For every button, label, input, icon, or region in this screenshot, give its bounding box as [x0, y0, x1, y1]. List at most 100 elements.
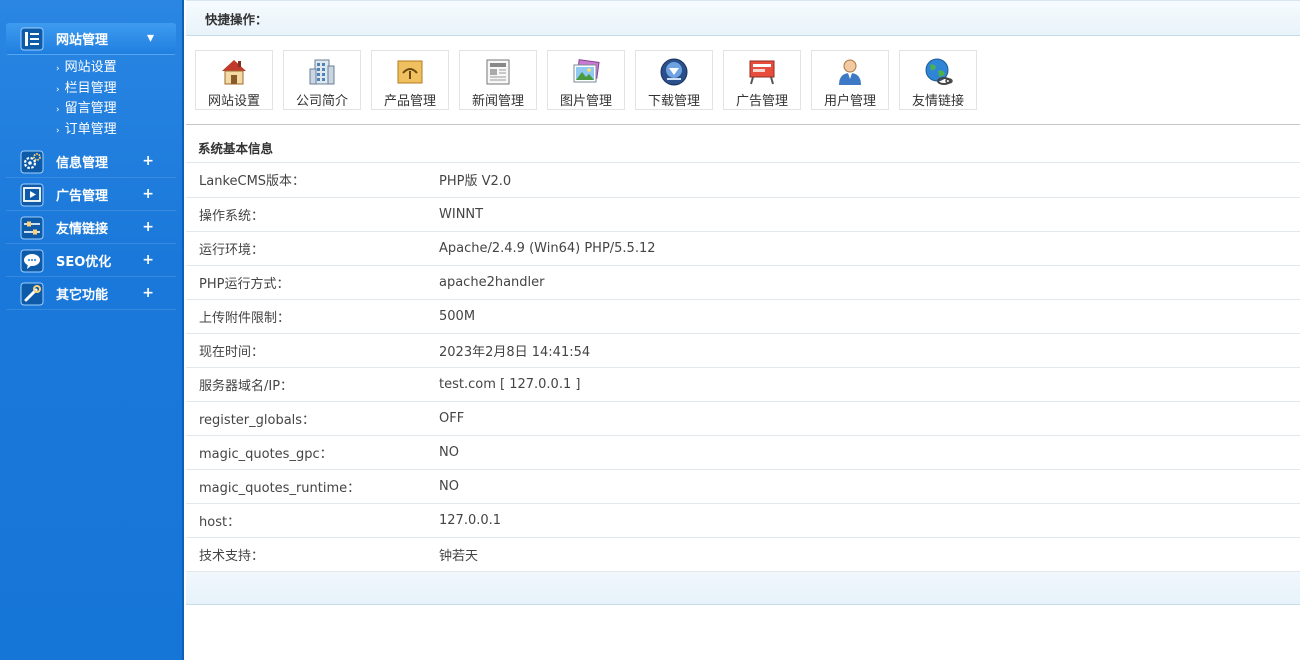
submenu-site-management: › 网站设置 › 栏目管理 › 留言管理 › 订单管理	[0, 58, 182, 140]
quick-news-management-button[interactable]: 新闻管理	[459, 50, 537, 110]
table-row: 现在时间： 2023年2月8日 14:41:54	[186, 333, 1300, 368]
submenu-item-message-management[interactable]: › 留言管理	[56, 99, 182, 120]
quick-company-profile-button[interactable]: 公司简介	[283, 50, 361, 110]
chevron-down-icon[interactable]: ▾	[147, 30, 154, 46]
submenu-item-label: 留言管理	[64, 101, 117, 116]
info-key: magic_quotes_gpc：	[186, 435, 439, 470]
caret-right-icon: ›	[56, 105, 60, 115]
menu-head-site-management[interactable]: 网站管理 ▾	[6, 23, 176, 55]
menu-head-seo[interactable]: SEO优化 +	[6, 245, 176, 277]
system-info-title: 系统基本信息	[186, 125, 1300, 163]
info-key: 技术支持：	[186, 537, 439, 572]
user-icon	[839, 59, 861, 85]
plus-icon[interactable]: +	[142, 252, 154, 268]
quick-user-management-button[interactable]: 用户管理	[811, 50, 889, 110]
info-key: register_globals：	[186, 401, 439, 436]
menu-group-other-functions: 其它功能 +	[0, 278, 182, 310]
info-value: test.com [ 127.0.0.1 ]	[439, 367, 1300, 402]
quick-actions-header: 快捷操作：	[186, 0, 1300, 36]
plus-icon[interactable]: +	[142, 186, 154, 202]
info-value: NO	[439, 435, 1300, 470]
table-row: register_globals： OFF	[186, 401, 1300, 436]
menu-label: SEO优化	[56, 255, 112, 270]
info-value: OFF	[439, 401, 1300, 436]
info-key: PHP运行方式：	[186, 265, 439, 300]
menu-head-ad-management[interactable]: 广告管理 +	[6, 179, 176, 211]
menu-group-friend-links: 友情链接 +	[0, 212, 182, 244]
menu-head-friend-links[interactable]: 友情链接 +	[6, 212, 176, 244]
info-value: Apache/2.4.9 (Win64) PHP/5.5.12	[439, 231, 1300, 266]
system-info-footer	[186, 571, 1300, 605]
submenu-item-label: 栏目管理	[64, 80, 117, 96]
quick-site-settings-button[interactable]: 网站设置	[195, 50, 273, 110]
house-icon	[222, 60, 246, 85]
plus-icon[interactable]: +	[142, 285, 154, 301]
info-key: LankeCMS版本：	[186, 163, 439, 198]
quick-item-label: 新闻管理	[471, 94, 524, 109]
quick-product-management-button[interactable]: 产品管理	[371, 50, 449, 110]
billboard-icon	[749, 60, 775, 85]
submenu-item-order-management[interactable]: › 订单管理	[56, 120, 182, 141]
sidebar: 网站管理 ▾ › 网站设置 › 栏目管理 › 留言管理 › 订单管理 信息管理 +	[0, 0, 184, 660]
info-value: WINNT	[439, 197, 1300, 232]
download-icon	[660, 58, 688, 86]
main-content: 快捷操作： 网站设置 公司简介 产品管理 新闻管理 图片管理 下载管理 广告管理…	[186, 0, 1300, 660]
chat-bubble-icon	[20, 249, 44, 273]
quick-item-label: 网站设置	[207, 94, 260, 109]
submenu-item-column-management[interactable]: › 栏目管理	[56, 79, 182, 100]
info-value: 钟若天	[439, 537, 1300, 572]
quick-friend-links-button[interactable]: 友情链接	[899, 50, 977, 110]
menu-label: 广告管理	[56, 189, 109, 204]
submenu-item-site-settings[interactable]: › 网站设置	[56, 58, 182, 79]
product-box-icon	[397, 60, 423, 84]
sliders-icon	[20, 216, 44, 240]
menu-head-info-management[interactable]: 信息管理 +	[6, 146, 176, 178]
info-key: host：	[186, 503, 439, 538]
table-row: LankeCMS版本： PHP版 V2.0	[186, 163, 1300, 198]
menu-label: 信息管理	[56, 156, 109, 171]
globe-link-icon	[925, 58, 953, 85]
quick-item-label: 用户管理	[823, 94, 876, 109]
table-row: host： 127.0.0.1	[186, 503, 1300, 538]
info-value: 500M	[439, 299, 1300, 334]
table-row: 操作系统： WINNT	[186, 197, 1300, 232]
menu-group-ad-management: 广告管理 +	[0, 179, 182, 211]
quick-item-label: 产品管理	[383, 94, 436, 109]
quick-item-label: 图片管理	[559, 94, 612, 109]
info-key: 操作系统：	[186, 197, 439, 232]
quick-item-label: 广告管理	[735, 94, 788, 109]
info-value: 127.0.0.1	[439, 503, 1300, 538]
play-screen-icon	[20, 183, 44, 207]
menu-label: 其它功能	[56, 288, 109, 303]
info-value: NO	[439, 469, 1300, 504]
gears-icon	[20, 150, 44, 174]
info-key: magic_quotes_runtime：	[186, 469, 439, 504]
info-value: PHP版 V2.0	[439, 163, 1300, 198]
info-key: 运行环境：	[186, 231, 439, 266]
info-key: 上传附件限制：	[186, 299, 439, 334]
submenu-item-label: 网站设置	[64, 60, 117, 75]
table-row: PHP运行方式： apache2handler	[186, 265, 1300, 300]
menu-head-other-functions[interactable]: 其它功能 +	[6, 278, 176, 310]
building-icon	[309, 59, 335, 85]
info-value: 2023年2月8日 14:41:54	[439, 333, 1300, 368]
quick-item-label: 公司简介	[295, 94, 348, 109]
quick-download-management-button[interactable]: 下载管理	[635, 50, 713, 110]
table-row: 服务器域名/IP： test.com [ 127.0.0.1 ]	[186, 367, 1300, 402]
plus-icon[interactable]: +	[142, 153, 154, 169]
info-value: apache2handler	[439, 265, 1300, 300]
menu-group-site-management: 网站管理 ▾ › 网站设置 › 栏目管理 › 留言管理 › 订单管理	[0, 23, 182, 140]
caret-right-icon: ›	[56, 125, 60, 136]
list-icon	[20, 27, 44, 51]
quick-ad-management-button[interactable]: 广告管理	[723, 50, 801, 110]
menu-group-seo: SEO优化 +	[0, 245, 182, 277]
newspaper-icon	[486, 59, 510, 85]
sidebar-top-spacer	[0, 0, 182, 23]
table-row: 上传附件限制： 500M	[186, 299, 1300, 334]
plus-icon[interactable]: +	[142, 219, 154, 235]
submenu-item-label: 订单管理	[64, 121, 117, 137]
table-row: 技术支持： 钟若天	[186, 537, 1300, 572]
quick-item-label: 下载管理	[647, 94, 700, 109]
menu-group-info-management: 信息管理 +	[0, 146, 182, 178]
quick-picture-management-button[interactable]: 图片管理	[547, 50, 625, 110]
